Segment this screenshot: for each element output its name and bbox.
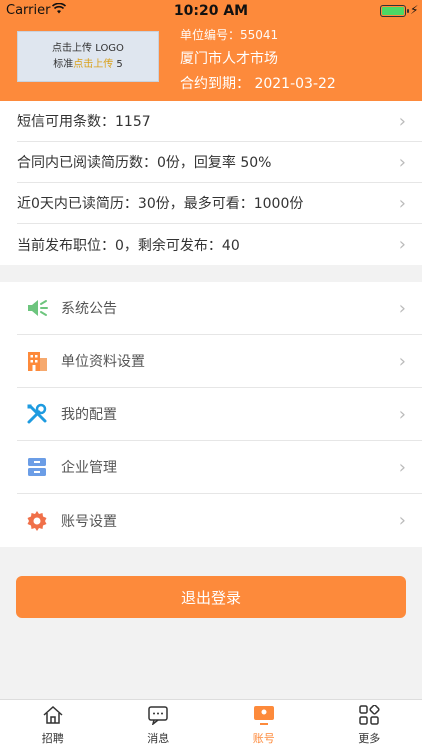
message-icon (147, 705, 169, 730)
cabinet-icon (25, 455, 49, 479)
tab-recruitment[interactable]: 招聘 (0, 700, 106, 750)
logout-button[interactable]: 退出登录 (16, 576, 406, 618)
stat-job-postings[interactable]: 当前发布职位：0，剩余可发布：40 › (17, 224, 422, 265)
menu-item-label: 账号设置 (61, 513, 117, 530)
chevron-right-icon: › (398, 192, 406, 214)
grid-icon (358, 703, 380, 730)
stat-recent-resumes[interactable]: 近0天内已读简历：30份，最多可看：1000份 › (17, 183, 422, 224)
contract-expiry: 合约到期： 2021-03-22 (180, 76, 336, 92)
unit-info: 单位编号：55041 厦门市人才市场 合约到期： 2021-03-22 (180, 26, 336, 93)
tools-icon (25, 402, 49, 426)
account-icon (253, 705, 275, 730)
unit-name: 厦门市人才市场 (180, 51, 278, 67)
building-icon (25, 349, 49, 373)
logo-upload[interactable]: 点击上传 LOGO 标准点击上传 5 (17, 31, 159, 82)
home-icon (42, 705, 64, 730)
chevron-right-icon: › (398, 456, 406, 478)
chevron-right-icon: › (398, 234, 406, 255)
battery-icon (380, 5, 409, 17)
stat-label: 合同内已阅读简历数：0份，回复率 50% (17, 155, 272, 171)
menu-item-unit-profile[interactable]: 单位资料设置 › (17, 335, 422, 388)
stat-label: 短信可用条数：1157 (17, 114, 151, 130)
tab-label: 招聘 (41, 731, 64, 745)
logo-upload-label: 点击上传 LOGO (52, 42, 124, 54)
tab-account[interactable]: 账号 (211, 700, 317, 750)
unit-id: 单位编号：55041 (180, 28, 279, 42)
menu-item-label: 单位资料设置 (61, 354, 145, 370)
charging-icon: ⚡ (410, 3, 419, 17)
menu-item-label: 我的配置 (61, 407, 117, 423)
speaker-icon (25, 296, 49, 320)
stat-read-resumes[interactable]: 合同内已阅读简历数：0份，回复率 50% › (17, 142, 422, 183)
tab-label: 消息 (147, 731, 170, 745)
chevron-right-icon: › (398, 350, 406, 372)
tab-label: 更多 (358, 731, 381, 745)
stat-label: 近0天内已读简历：30份，最多可看：1000份 (17, 196, 304, 212)
stats-list: 短信可用条数：1157 › 合同内已阅读简历数：0份，回复率 50% › 近0天… (0, 101, 422, 265)
gear-icon (25, 509, 49, 533)
tab-messages[interactable]: 消息 (106, 700, 212, 750)
chevron-right-icon: › (398, 510, 406, 531)
status-bar: Carrier 10:20 AM ⚡ (0, 0, 422, 22)
logo-upload-hint: 标准点击上传 5 (53, 58, 123, 70)
menu-item-account-settings[interactable]: 账号设置 › (17, 494, 422, 547)
chevron-right-icon: › (398, 110, 406, 132)
menu-item-announcements[interactable]: 系统公告 › (17, 282, 422, 335)
settings-menu: 系统公告 › 单位资料设置 › 我的配置 › 企业管理 › 账号设置 › (0, 282, 422, 547)
tab-bar: 招聘 消息 账号 更多 (0, 699, 422, 750)
tab-more[interactable]: 更多 (317, 700, 422, 750)
tab-label: 账号 (252, 731, 275, 745)
chevron-right-icon: › (398, 151, 406, 173)
menu-item-label: 系统公告 (61, 301, 117, 317)
chevron-right-icon: › (398, 403, 406, 425)
menu-item-enterprise[interactable]: 企业管理 › (17, 441, 422, 494)
status-time: 10:20 AM (173, 3, 249, 19)
stat-label: 当前发布职位：0，剩余可发布：40 (17, 237, 240, 254)
stat-sms-count[interactable]: 短信可用条数：1157 › (17, 101, 422, 142)
menu-item-label: 企业管理 (61, 460, 117, 476)
chevron-right-icon: › (398, 297, 406, 319)
account-header: Carrier 10:20 AM ⚡ 点击上传 LOGO 标准点击上传 5 单位… (0, 0, 422, 101)
menu-item-my-config[interactable]: 我的配置 › (17, 388, 422, 441)
